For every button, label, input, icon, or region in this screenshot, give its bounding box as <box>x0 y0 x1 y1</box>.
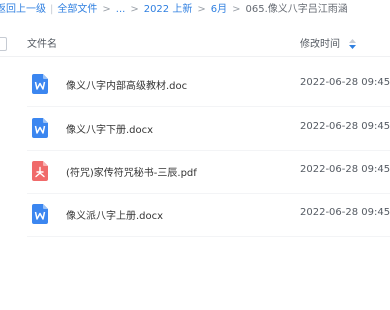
select-all-checkbox[interactable] <box>0 37 7 51</box>
file-modified-time: 2022-06-28 09:45 <box>300 164 390 175</box>
file-modified-time: 2022-06-28 09:45 <box>300 77 390 88</box>
file-row[interactable]: 像义八字内部高级教材.doc 2022-06-28 09:45 <box>0 63 390 107</box>
word-file-icon <box>32 118 48 138</box>
breadcrumb-folder-june[interactable]: 6月 <box>211 4 227 15</box>
breadcrumb-ellipsis[interactable]: ... <box>116 4 126 15</box>
breadcrumb-all-files[interactable]: 全部文件 <box>57 4 97 15</box>
breadcrumb-current-folder: 065.像义八字吕江雨涵 <box>245 4 348 15</box>
word-file-icon <box>32 74 48 94</box>
file-name[interactable]: (符咒)家传符咒秘书-三辰.pdf <box>66 164 197 179</box>
sort-desc-icon[interactable] <box>349 39 357 49</box>
back-link[interactable]: 返回上一级 <box>0 4 46 15</box>
breadcrumb-folder-2022[interactable]: 2022 上新 <box>144 4 193 15</box>
file-modified-time: 2022-06-28 09:45 <box>300 207 390 218</box>
file-name[interactable]: 像义派八字上册.docx <box>66 207 163 222</box>
pdf-file-icon <box>32 161 48 181</box>
breadcrumb: 返回上一级 | 全部文件 >... >2022 上新 >6月 >065.像义八字吕江雨涵 <box>0 0 348 20</box>
file-modified-time: 2022-06-28 09:45 <box>300 121 390 132</box>
chevron-right-icon: > <box>130 4 139 15</box>
file-row[interactable]: 像义八字下册.docx 2022-06-28 09:45 <box>0 107 390 151</box>
file-row[interactable]: (符咒)家传符咒秘书-三辰.pdf 2022-06-28 09:45 <box>0 150 390 194</box>
file-name[interactable]: 像义八字内部高级教材.doc <box>66 77 187 92</box>
row-divider <box>27 236 390 237</box>
column-header-name[interactable]: 文件名 <box>27 35 57 50</box>
file-row[interactable]: 像义派八字上册.docx 2022-06-28 09:45 <box>0 193 390 237</box>
chevron-right-icon: > <box>102 4 111 15</box>
chevron-right-icon: > <box>197 4 206 15</box>
file-name[interactable]: 像义八字下册.docx <box>66 121 153 136</box>
chevron-right-icon: > <box>232 4 241 15</box>
column-header-modified[interactable]: 修改时间 <box>300 35 357 50</box>
column-header-modified-label: 修改时间 <box>300 39 340 50</box>
file-list-header: 文件名 修改时间 <box>0 30 390 57</box>
word-file-icon <box>32 204 48 224</box>
breadcrumb-divider: | <box>50 4 54 15</box>
file-browser: 返回上一级 | 全部文件 >... >2022 上新 >6月 >065.像义八字吕江雨涵 文… <box>0 0 390 310</box>
